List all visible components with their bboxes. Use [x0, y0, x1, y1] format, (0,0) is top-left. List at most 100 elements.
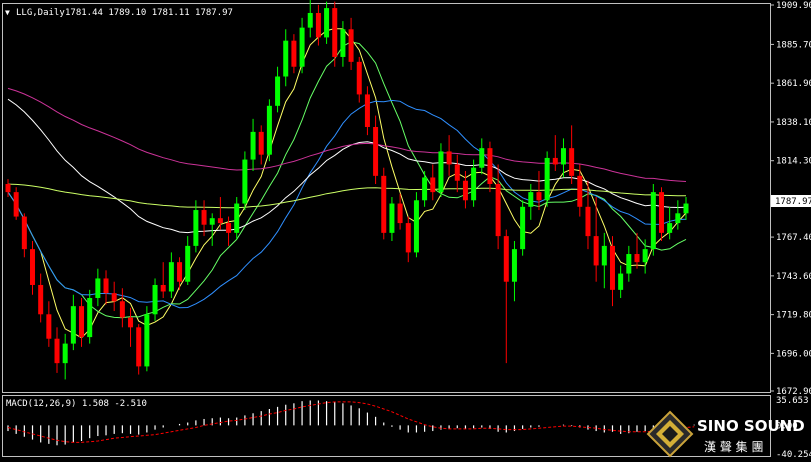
ma-20-line — [7, 99, 687, 309]
price-tick-label: 1743.60 — [776, 272, 811, 282]
candle — [683, 197, 689, 220]
price-tick-label: 1719.80 — [776, 311, 811, 321]
candle-body — [168, 262, 174, 292]
candle — [111, 281, 117, 312]
candle-body — [658, 192, 664, 233]
candle-body — [675, 213, 681, 224]
candle — [315, 4, 321, 46]
dropdown-arrow-icon[interactable]: ▼ — [5, 8, 10, 17]
candle-body — [650, 192, 656, 250]
candle-body — [299, 27, 305, 67]
candle-body — [397, 203, 403, 224]
candle-body — [422, 177, 428, 201]
candle — [242, 151, 248, 211]
candle-body — [30, 249, 36, 285]
candle-body — [454, 164, 460, 181]
macd-tick-label: -40.254 — [776, 450, 811, 460]
candle — [54, 327, 60, 373]
candle — [160, 262, 166, 299]
candle — [609, 236, 615, 307]
candle-body — [324, 8, 330, 38]
candle — [430, 164, 436, 201]
candle — [209, 213, 215, 246]
candle — [21, 213, 27, 258]
candle-body — [471, 167, 477, 201]
candle — [642, 239, 648, 274]
candle-body — [683, 203, 689, 214]
candle-body — [373, 126, 379, 176]
candle-body — [291, 40, 297, 67]
candle-body — [356, 61, 362, 95]
chart-canvas[interactable]: 1909.901885.701861.901838.101814.301790.… — [0, 0, 811, 462]
candle-body — [13, 192, 19, 217]
candle-body — [315, 12, 321, 38]
candle-body — [487, 148, 493, 184]
candle-body — [87, 298, 93, 338]
candle-body — [528, 192, 534, 207]
moving-averages — [7, 28, 687, 339]
candle — [144, 306, 150, 372]
candle-body — [438, 151, 444, 193]
candle-body — [111, 293, 117, 302]
candle-body — [340, 29, 346, 57]
current-price-marker: 1787.97 — [771, 195, 811, 207]
candle-body — [618, 273, 624, 290]
candle-body — [405, 223, 411, 253]
candle — [46, 301, 52, 347]
candle-body — [479, 148, 485, 168]
candle — [332, 1, 338, 67]
candle-body — [266, 105, 272, 155]
candle-body — [38, 284, 44, 315]
candle-body — [552, 157, 558, 165]
candle — [487, 141, 493, 193]
candle-body — [103, 278, 109, 294]
candle — [70, 294, 76, 351]
candle-body — [503, 236, 509, 282]
candle-body — [626, 254, 632, 274]
candle — [405, 216, 411, 263]
candle-body — [152, 284, 158, 315]
candle — [650, 183, 656, 256]
candle — [552, 135, 558, 171]
candle-body — [307, 12, 313, 28]
candle-body — [593, 236, 599, 266]
candle-body — [667, 223, 673, 233]
candle-body — [511, 249, 517, 282]
candle — [62, 333, 68, 380]
candle-body — [569, 148, 575, 176]
candle — [422, 170, 428, 207]
candle-body — [217, 218, 223, 224]
candle-body — [609, 245, 615, 290]
candle-body — [446, 151, 452, 165]
candle-body — [258, 131, 264, 155]
candle — [618, 265, 624, 299]
candle-body — [381, 175, 387, 233]
candle-body — [119, 301, 125, 318]
candle-body — [520, 206, 526, 250]
candle-body — [275, 76, 281, 106]
candle-body — [160, 284, 166, 292]
candle-body — [601, 245, 607, 266]
candle — [340, 21, 346, 67]
candle — [136, 324, 142, 375]
candle-body — [585, 206, 591, 237]
candle — [348, 17, 354, 70]
ohlc-values: 1781.44 1789.10 1781.11 1787.97 — [65, 8, 233, 18]
trading-chart-window: 1909.901885.701861.901838.101814.301790.… — [0, 0, 811, 462]
candle — [389, 197, 395, 241]
price-tick-label: 1909.90 — [776, 1, 811, 11]
candle — [446, 135, 452, 176]
symbol-label: LLG,Daily — [16, 8, 65, 18]
candle — [103, 270, 109, 305]
candle — [234, 197, 240, 240]
candle — [381, 167, 387, 240]
candle-body — [128, 317, 134, 328]
candle — [168, 252, 174, 299]
candle-body — [577, 175, 583, 207]
candle — [324, 1, 330, 44]
candle-body — [536, 192, 542, 201]
candle-body — [70, 306, 76, 344]
candle-body — [364, 94, 370, 127]
candle — [601, 232, 607, 289]
candle — [30, 240, 36, 295]
